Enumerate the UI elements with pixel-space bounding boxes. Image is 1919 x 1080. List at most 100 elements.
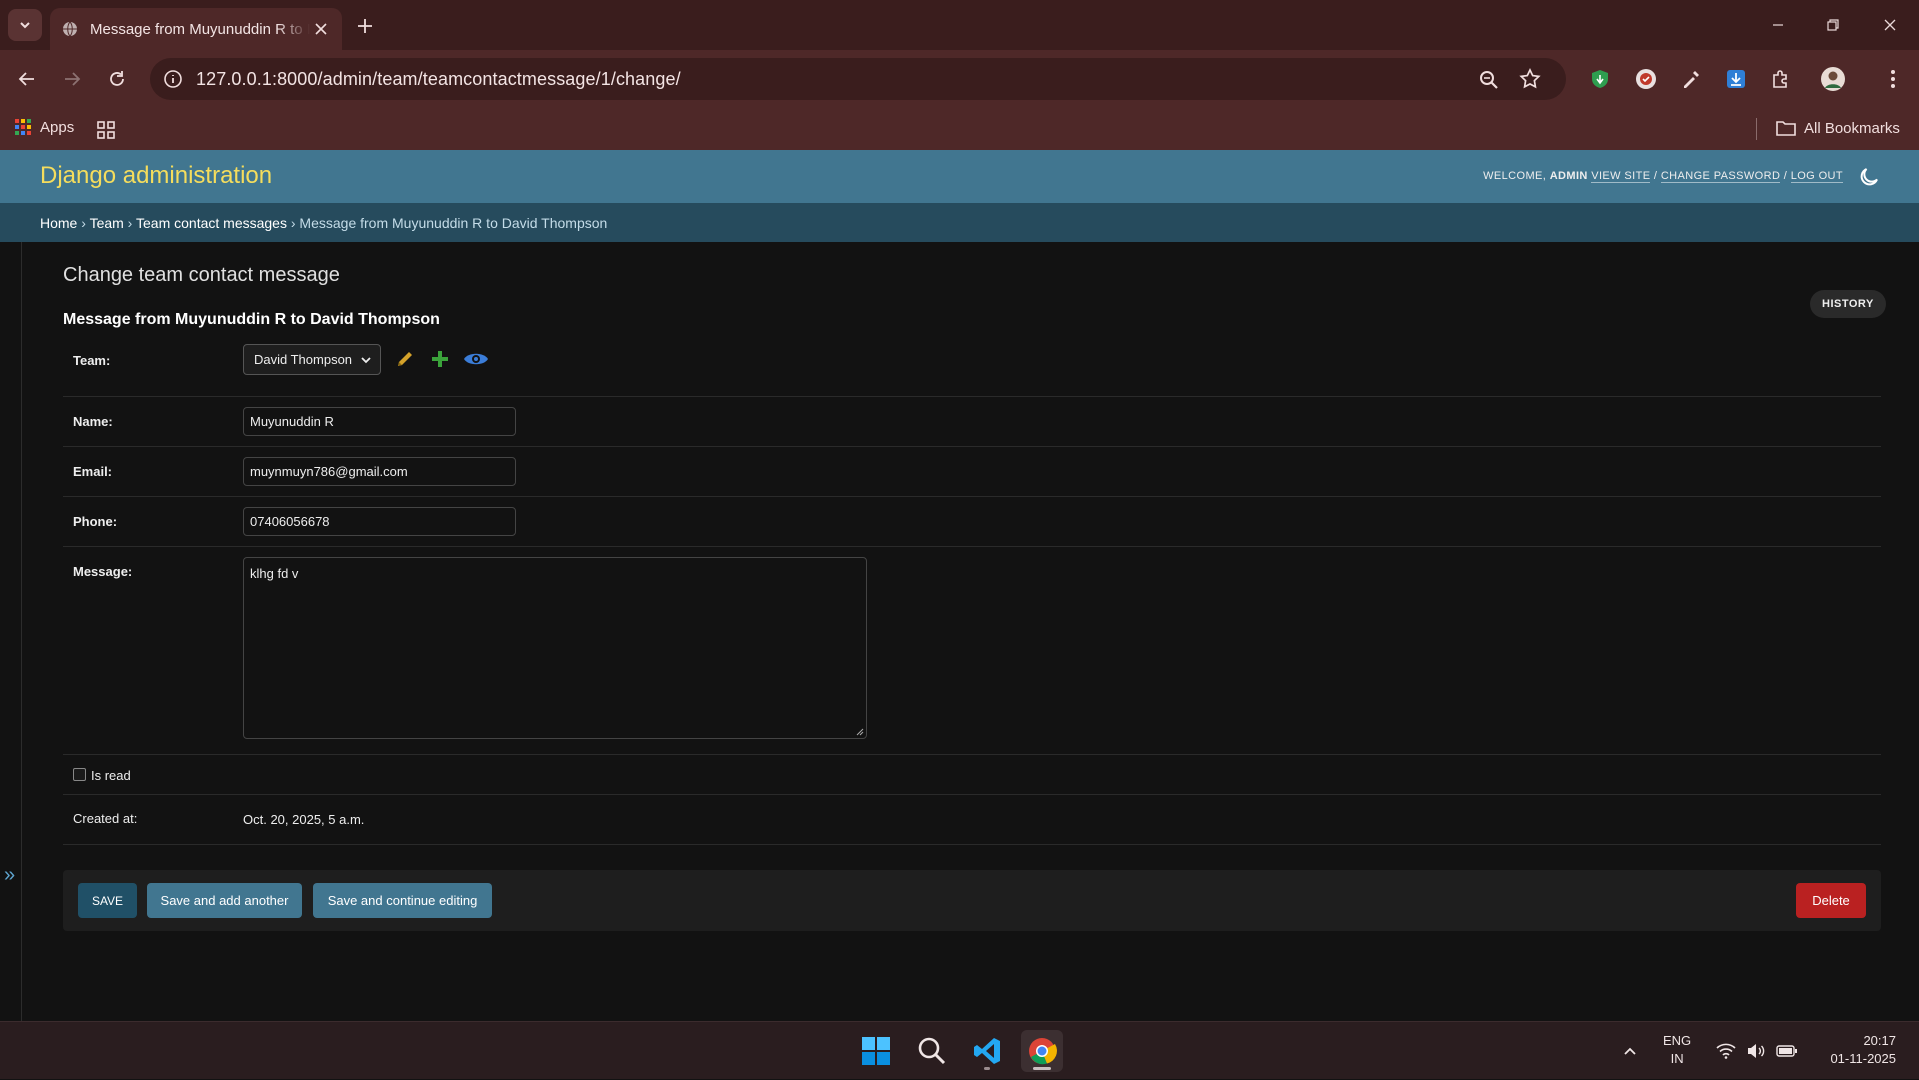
search-icon[interactable] xyxy=(911,1030,953,1072)
site-branding[interactable]: Django administration xyxy=(40,162,272,190)
new-tab-button[interactable] xyxy=(352,13,378,39)
breadcrumb-model[interactable]: Team contact messages xyxy=(136,215,287,231)
team-select[interactable]: David Thompson xyxy=(243,344,381,375)
windows-start-icon[interactable] xyxy=(855,1030,897,1072)
reload-icon xyxy=(110,71,124,86)
extensions-puzzle-icon[interactable] xyxy=(1768,66,1794,92)
volume-icon[interactable] xyxy=(1746,1022,1766,1080)
arrow-right-icon xyxy=(65,72,81,86)
form-row-phone: Phone: 07406056678 xyxy=(63,497,1881,547)
save-and-continue-button[interactable]: Save and continue editing xyxy=(313,883,492,918)
breadcrumb-sep: › xyxy=(77,215,90,231)
username: admin xyxy=(1549,170,1588,182)
history-label: History xyxy=(1822,298,1874,310)
object-title: Message from Muyunuddin R to David Thomp… xyxy=(63,311,440,328)
view-site-link[interactable]: View site xyxy=(1591,170,1651,183)
log-out-link[interactable]: Log out xyxy=(1790,170,1843,183)
form-row-email: Email: muynmuyn786@gmail.com xyxy=(63,447,1881,497)
browser-menu-button[interactable] xyxy=(1880,66,1906,92)
download-extension-icon[interactable] xyxy=(1723,66,1749,92)
system-clock[interactable]: 20:17 01-11-2025 xyxy=(1816,1032,1896,1068)
apps-grid-icon xyxy=(15,119,31,135)
message-text: klhg fd v xyxy=(250,566,299,581)
address-bar[interactable]: 127.0.0.1:8000/admin/team/teamcontactmes… xyxy=(150,58,1566,100)
running-indicator xyxy=(984,1067,990,1070)
phone-label: Phone: xyxy=(73,514,118,529)
restore-icon xyxy=(1827,19,1839,31)
devtools-extension-icon[interactable] xyxy=(1633,66,1659,92)
breadcrumb-app[interactable]: Team xyxy=(90,215,124,231)
save-button[interactable]: Save xyxy=(78,883,137,918)
close-icon xyxy=(1884,19,1896,31)
input-language-indicator[interactable]: ENG IN xyxy=(1663,1032,1691,1068)
history-button[interactable]: History xyxy=(1810,290,1886,318)
view-eye-icon[interactable] xyxy=(463,348,489,370)
team-select-value: David Thompson xyxy=(254,352,353,367)
breadcrumb-current: Message from Muyunuddin R to David Thomp… xyxy=(299,215,608,231)
show-hidden-icons[interactable] xyxy=(1622,1022,1638,1080)
form-row-created-at: Created at: Oct. 20, 2025, 5 a.m. xyxy=(63,795,1881,845)
windows-taskbar: ENG IN 20:17 01-11-2025 xyxy=(0,1021,1919,1079)
arrow-left-icon xyxy=(18,72,34,86)
all-bookmarks-label: All Bookmarks xyxy=(1804,119,1900,137)
edit-pencil-icon[interactable] xyxy=(394,348,416,370)
browser-tab-active[interactable]: Message from Muyunuddin R to David Thomp… xyxy=(50,8,342,50)
breadcrumb-sep: › xyxy=(123,215,136,231)
wifi-icon[interactable] xyxy=(1716,1022,1736,1080)
breadcrumb-sep: › xyxy=(286,215,300,231)
resize-grip-icon[interactable] xyxy=(856,728,864,736)
page-title: Change team contact message xyxy=(63,264,340,286)
site-info-icon[interactable] xyxy=(162,68,184,90)
phone-input[interactable]: 07406056678 xyxy=(243,507,516,536)
battery-icon[interactable] xyxy=(1776,1022,1798,1080)
tab-close-icon[interactable] xyxy=(312,20,330,38)
vscode-icon[interactable] xyxy=(966,1030,1008,1072)
bookmarks-separator xyxy=(1756,118,1757,140)
user-tools-sep: / xyxy=(1780,170,1791,182)
welcome-text: Welcome, xyxy=(1483,170,1547,182)
back-button[interactable] xyxy=(11,63,43,95)
chrome-icon[interactable] xyxy=(1021,1030,1063,1072)
form-row-message: Message: klhg fd v xyxy=(63,547,1881,755)
change-password-link[interactable]: Change password xyxy=(1660,170,1781,183)
form-row-team: Team: David Thompson xyxy=(63,340,1881,397)
save-and-add-another-button[interactable]: Save and add another xyxy=(147,883,302,918)
adblock-extension-icon[interactable] xyxy=(1587,66,1613,92)
admin-header: Django administration Welcome, admin Vie… xyxy=(0,150,1919,203)
tab-groups-grid-icon[interactable] xyxy=(96,120,116,140)
reload-button[interactable] xyxy=(101,63,133,95)
delete-button[interactable]: Delete xyxy=(1796,883,1866,918)
submit-row: Save Save and add another Save and conti… xyxy=(63,870,1881,931)
forward-button[interactable] xyxy=(56,63,88,95)
email-input[interactable]: muynmuyn786@gmail.com xyxy=(243,457,516,486)
tab-search-button[interactable] xyxy=(8,9,42,41)
zoom-icon[interactable] xyxy=(1477,68,1501,92)
form-row-name: Name: Muyunuddin R xyxy=(63,397,1881,447)
theme-toggle-moon-icon[interactable] xyxy=(1857,165,1881,189)
all-bookmarks-button[interactable]: All Bookmarks xyxy=(1776,119,1900,137)
minimize-button[interactable] xyxy=(1760,10,1796,40)
breadcrumb-home[interactable]: Home xyxy=(40,215,77,231)
clock-time: 20:17 xyxy=(1863,1033,1896,1048)
message-textarea[interactable]: klhg fd v xyxy=(243,557,867,739)
lang-top: ENG xyxy=(1663,1033,1692,1048)
created-at-label: Created at: xyxy=(73,811,138,826)
tab-title: Message from Muyunuddin R to David Thomp… xyxy=(90,20,310,38)
restore-button[interactable] xyxy=(1815,10,1851,40)
browser-tab-bar: Message from Muyunuddin R to David Thomp… xyxy=(0,0,1919,50)
is-read-checkbox[interactable] xyxy=(73,768,86,781)
bookmark-apps-label: Apps xyxy=(40,118,75,136)
color-picker-extension-icon[interactable] xyxy=(1678,66,1704,92)
bookmark-star-icon[interactable] xyxy=(1518,67,1542,91)
name-input[interactable]: Muyunuddin R xyxy=(243,407,516,436)
name-label: Name: xyxy=(73,414,113,429)
chevron-down-icon xyxy=(361,357,371,364)
toggle-nav-sidebar-icon[interactable]: » xyxy=(4,864,15,887)
is-read-label[interactable]: Is read xyxy=(91,768,131,783)
close-window-button[interactable] xyxy=(1872,10,1908,40)
profile-avatar[interactable] xyxy=(1820,66,1846,92)
url-text[interactable]: 127.0.0.1:8000/admin/team/teamcontactmes… xyxy=(196,69,681,90)
bookmark-apps[interactable]: Apps xyxy=(14,118,74,136)
add-related-plus-icon[interactable] xyxy=(429,348,451,370)
bookmarks-bar: Apps All Bookmarks xyxy=(0,108,1919,150)
